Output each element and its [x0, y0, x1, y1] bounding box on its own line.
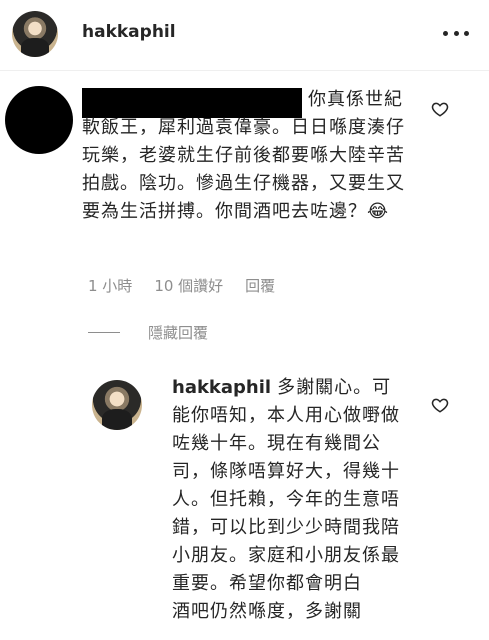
reply-like-heart-icon[interactable]: [431, 396, 449, 414]
reply-text-block: hakkaphil 多謝關心。可能你唔知，本人用心做嘢做咗幾十年。現在有幾間公司，…: [172, 374, 407, 626]
comment-likes[interactable]: 10 個讚好: [154, 275, 223, 296]
divider-line: [88, 332, 120, 333]
commenter-avatar-redacted: [5, 86, 73, 154]
comment-time: 1 小時: [88, 277, 133, 295]
reply-username[interactable]: hakkaphil: [172, 377, 271, 398]
reply-text-tail: 酒吧仍然喺度，多謝關: [172, 601, 362, 622]
reply-button[interactable]: 回覆: [245, 275, 275, 296]
comment-text: 你真係世紀軟飯王，犀利過袁偉豪。日日喺度湊仔玩樂，老婆就生仔前後都要喺大陸辛苦拍…: [82, 89, 405, 222]
hide-replies-button[interactable]: 隱藏回覆: [88, 322, 208, 343]
hide-replies-label[interactable]: 隱藏回覆: [148, 322, 208, 343]
reply-avatar[interactable]: [92, 380, 142, 430]
like-heart-icon[interactable]: [431, 100, 449, 118]
profile-avatar[interactable]: [12, 11, 58, 57]
reply-text: 多謝關心。可能你唔知，本人用心做嘢做咗幾十年。現在有幾間公司，條隊唔算好大，得幾…: [172, 377, 400, 594]
header-username[interactable]: hakkaphil: [82, 22, 176, 42]
post-header: hakkaphil: [0, 0, 489, 71]
comment-meta: 1 小時 10 個讚好 回覆: [88, 275, 275, 296]
more-options-icon[interactable]: [443, 26, 469, 40]
